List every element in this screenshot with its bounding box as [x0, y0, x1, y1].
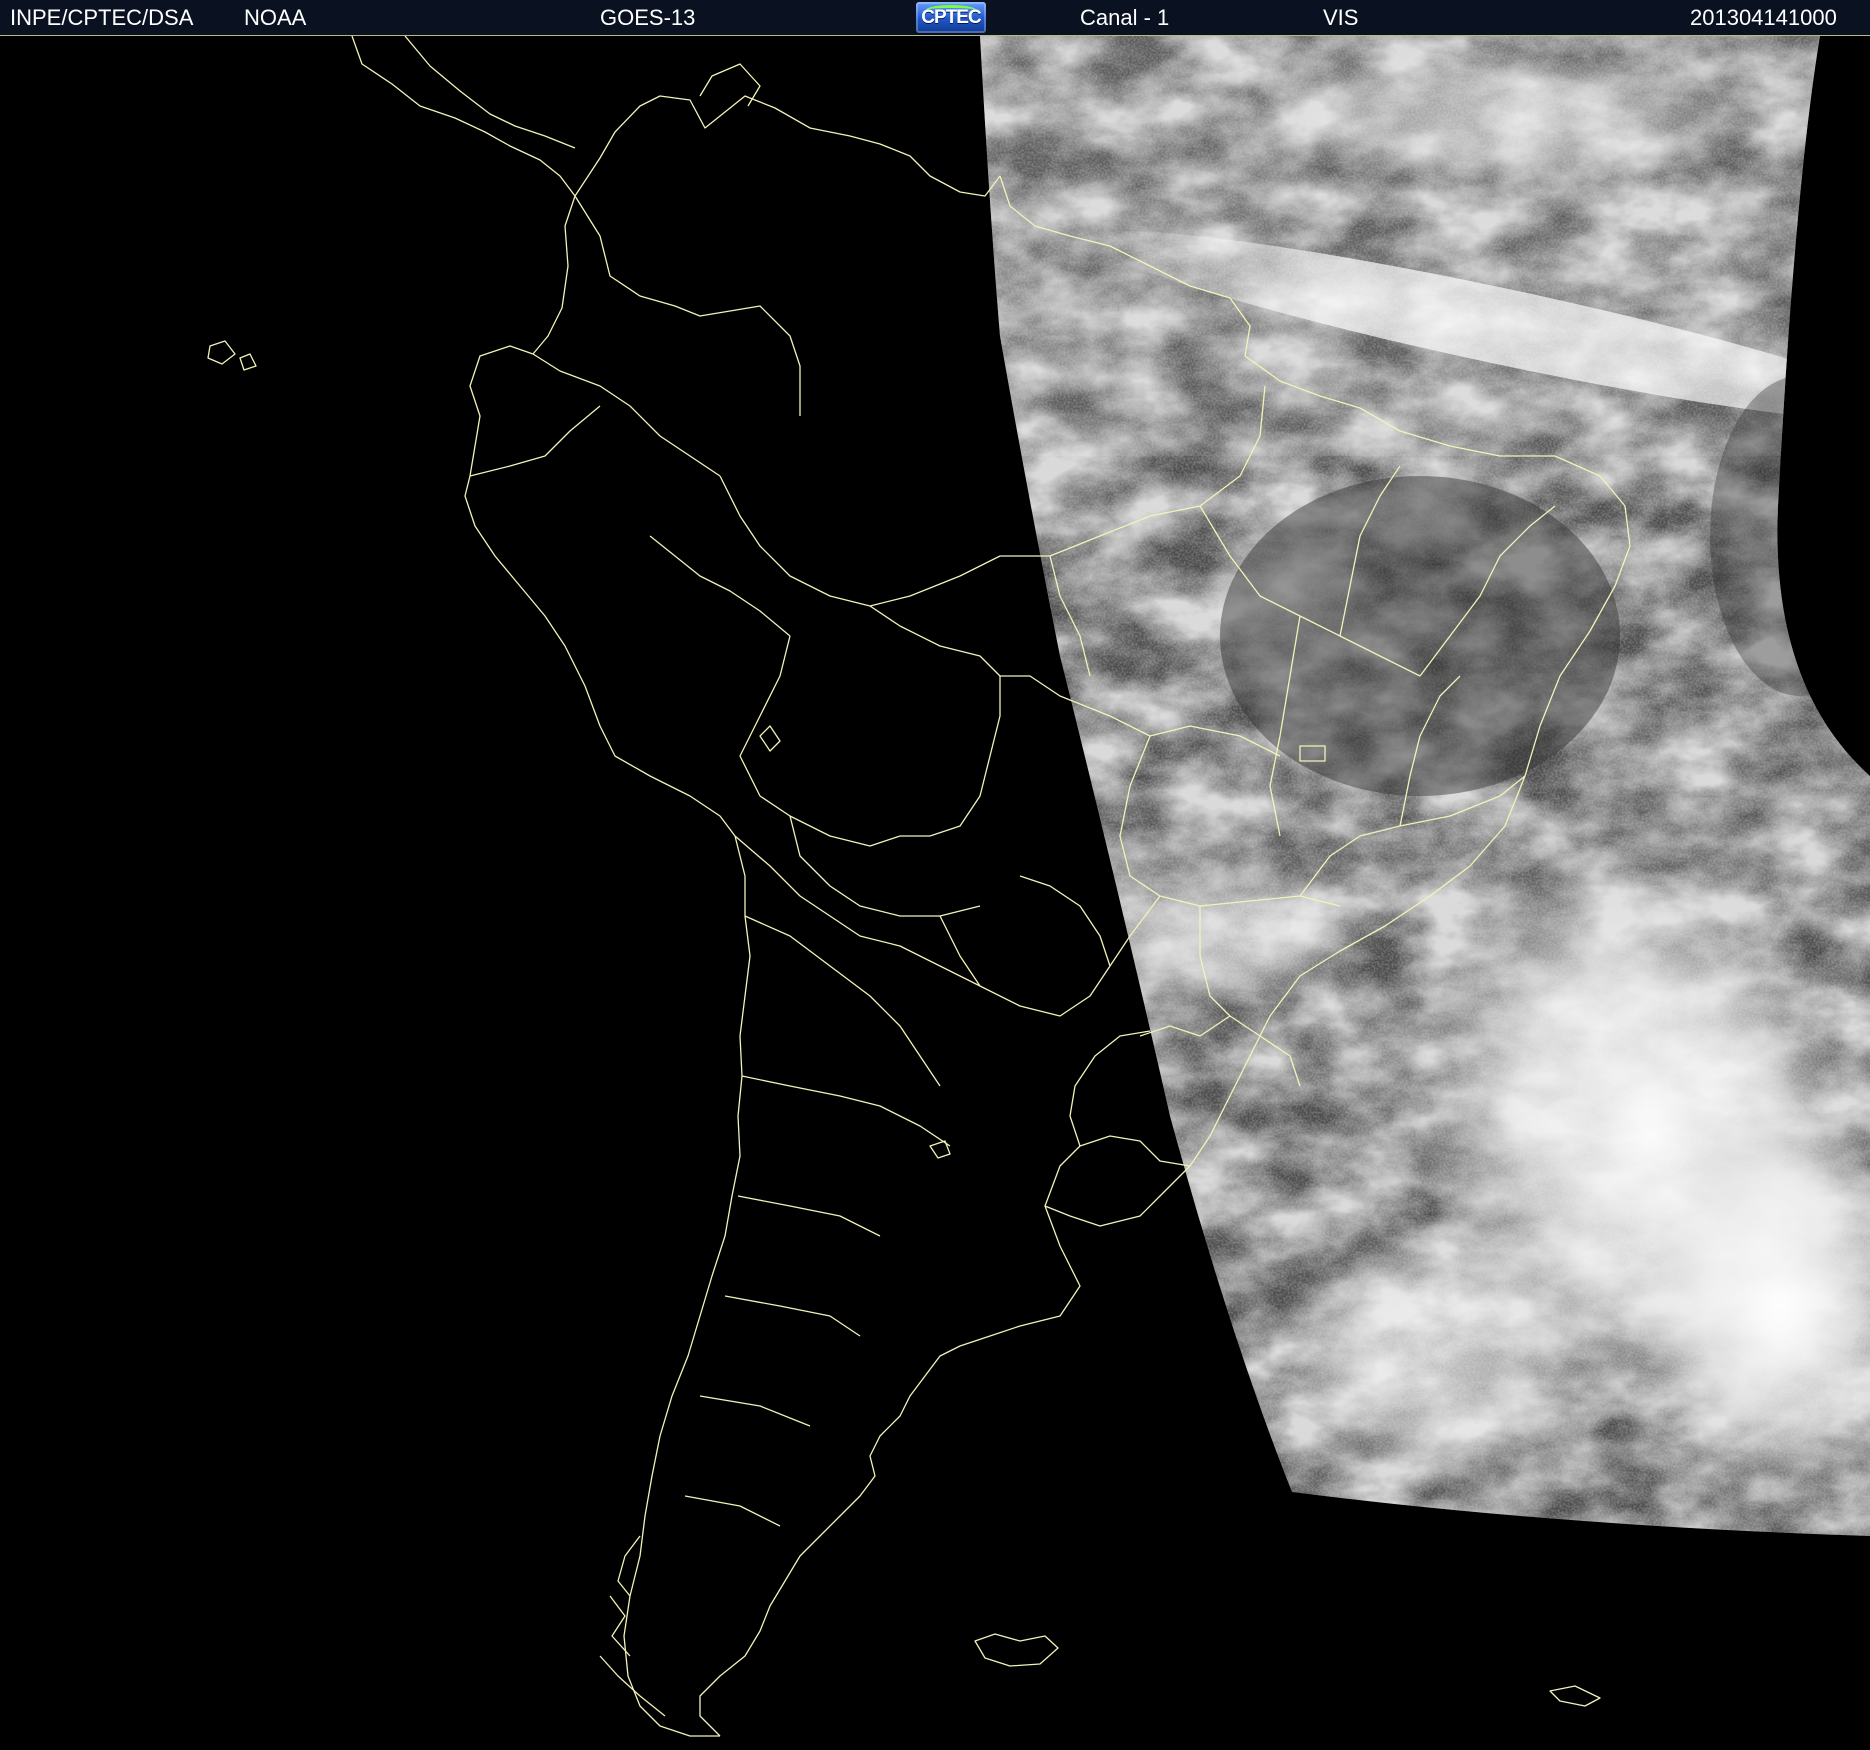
cptec-logo-icon: CPTEC: [916, 2, 986, 33]
satellite-map: [0, 36, 1870, 1750]
timestamp-label: 201304141000: [1690, 5, 1837, 30]
organization-label: INPE/CPTEC/DSA: [10, 5, 194, 30]
agency-label: NOAA: [244, 5, 307, 30]
band-label: VIS: [1323, 5, 1359, 30]
satellite-label: GOES-13: [600, 5, 696, 30]
image-header-bar: INPE/CPTEC/DSA NOAA GOES-13 CPTEC Canal …: [0, 0, 1870, 36]
logo-text: CPTEC: [921, 7, 981, 28]
channel-label: Canal - 1: [1080, 5, 1170, 30]
satellite-image-frame: INPE/CPTEC/DSA NOAA GOES-13 CPTEC Canal …: [0, 0, 1870, 1750]
